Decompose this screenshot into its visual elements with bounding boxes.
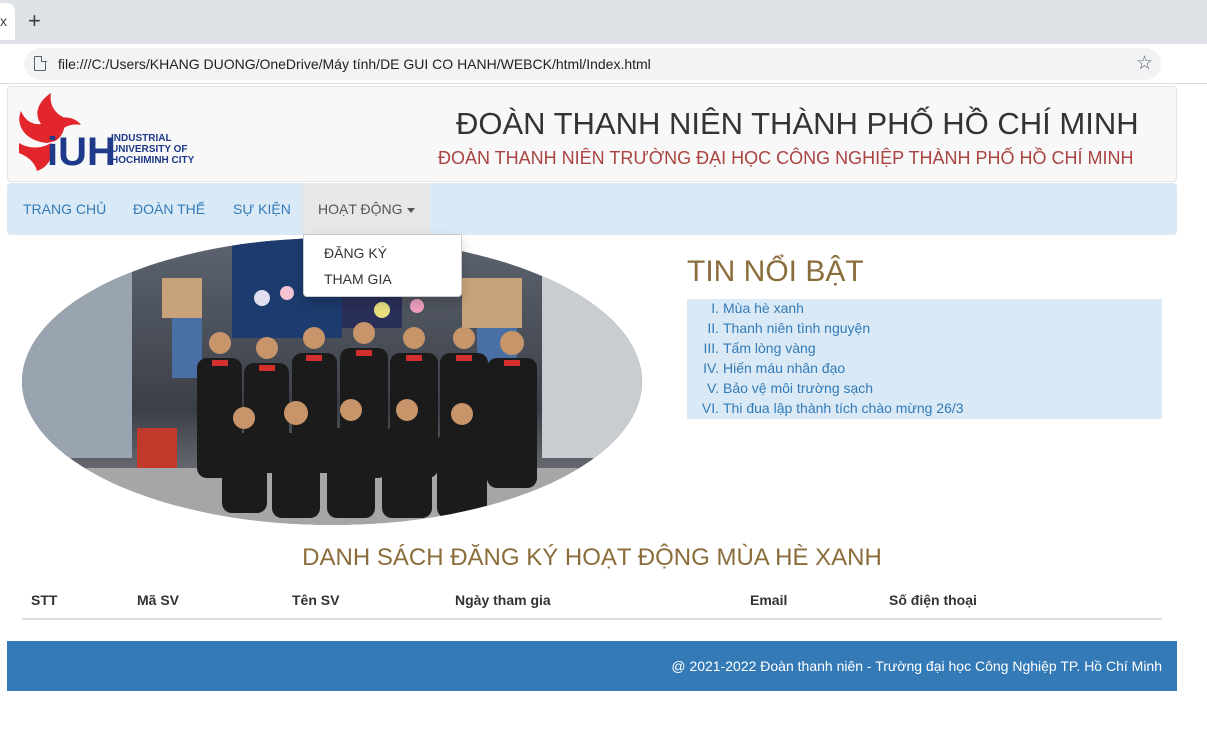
dropdown-item-tham-gia[interactable]: THAM GIA xyxy=(324,271,392,287)
news-item-number: III. xyxy=(703,340,719,356)
column-header-ma-sv: Mã SV xyxy=(137,592,180,608)
news-item[interactable]: IV. Hiến máu nhân đạo xyxy=(687,360,845,380)
news-item-link[interactable]: Hiến máu nhân đạo xyxy=(723,360,845,376)
news-item-number: V. xyxy=(707,380,719,396)
site-header: iUH INDUSTRIAL UNIVERSITY OF HOCHIMINH C… xyxy=(7,86,1177,182)
tab-close-icon[interactable]: x xyxy=(0,13,7,29)
site-footer: @ 2021-2022 Đoàn thanh niên - Trường đại… xyxy=(7,641,1177,691)
logo-letters: iUH xyxy=(47,130,116,174)
main-navbar: TRANG CHỦ ĐOÀN THỂ SỰ KIỆN HOẠT ĐỘNG xyxy=(7,183,1177,235)
nav-su-kien[interactable]: SỰ KIỆN xyxy=(233,183,291,235)
news-item-link[interactable]: Tấm lòng vàng xyxy=(723,340,816,356)
nav-hoat-dong-label: HOẠT ĐỘNG xyxy=(318,201,403,217)
hoat-dong-dropdown: ĐĂNG KÝ THAM GIA xyxy=(303,234,462,297)
page-subtitle: ĐOÀN THANH NIÊN TRƯỜNG ĐẠI HỌC CÔNG NGHI… xyxy=(438,148,1134,168)
news-item[interactable]: III. Tấm lòng vàng xyxy=(687,340,816,360)
news-item-number: I. xyxy=(711,300,719,316)
address-bar[interactable]: file:///C:/Users/KHANG DUONG/OneDrive/Má… xyxy=(24,48,1161,80)
news-item-link[interactable]: Thi đua lập thành tích chào mừng 26/3 xyxy=(723,400,964,416)
iuh-logo[interactable]: iUH INDUSTRIAL UNIVERSITY OF HOCHIMINH C… xyxy=(11,91,211,177)
registration-list-title: DANH SÁCH ĐĂNG KÝ HOẠT ĐỘNG MÙA HÈ XANH xyxy=(302,544,882,571)
news-item[interactable]: I. Mùa hè xanh xyxy=(687,300,804,320)
browser-tab-bar: x + xyxy=(0,0,1207,44)
logo-line3: HOCHIMINH CITY xyxy=(111,155,195,166)
news-item-link[interactable]: Thanh niên tình nguyện xyxy=(723,320,870,336)
news-item[interactable]: II. Thanh niên tình nguyện xyxy=(687,320,870,340)
news-item-number: IV. xyxy=(703,360,719,376)
page-icon xyxy=(34,55,47,71)
caret-down-icon xyxy=(406,207,415,213)
news-item-number: II. xyxy=(707,320,719,336)
dropdown-item-dang-ky[interactable]: ĐĂNG KÝ xyxy=(324,245,387,261)
news-item-link[interactable]: Bảo vệ môi trường sạch xyxy=(723,380,873,396)
news-heading: TIN NỔI BẬT xyxy=(687,255,864,288)
bookmark-star-icon[interactable]: ☆ xyxy=(1136,52,1153,75)
browser-toolbar: file:///C:/Users/KHANG DUONG/OneDrive/Má… xyxy=(0,44,1207,84)
column-header-ngay-tham-gia: Ngày tham gia xyxy=(455,592,551,608)
column-header-stt: STT xyxy=(31,592,58,608)
url-text[interactable]: file:///C:/Users/KHANG DUONG/OneDrive/Má… xyxy=(58,56,651,72)
news-item[interactable]: V. Bảo vệ môi trường sạch xyxy=(687,380,873,400)
news-list: I. Mùa hè xanh II. Thanh niên tình nguyện … xyxy=(687,299,1162,419)
news-item-number: VI. xyxy=(701,400,719,416)
column-header-email: Email xyxy=(750,592,788,608)
nav-trang-chu[interactable]: TRANG CHỦ xyxy=(23,183,106,235)
table-header-divider xyxy=(22,618,1162,620)
logo-line2: UNIVERSITY OF xyxy=(111,144,188,155)
page-title: ĐOÀN THANH NIÊN THÀNH PHỐ HỒ CHÍ MINH xyxy=(456,106,1139,141)
column-header-ten-sv: Tên SV xyxy=(292,592,340,608)
column-header-so-dien-thoai: Số điện thoại xyxy=(889,592,977,608)
news-item[interactable]: VI. Thi đua lập thành tích chào mừng 26/3 xyxy=(687,400,964,420)
nav-hoat-dong[interactable]: HOẠT ĐỘNG xyxy=(303,183,430,235)
logo-line1: INDUSTRIAL xyxy=(111,133,172,144)
browser-tab[interactable]: x xyxy=(0,3,15,40)
footer-copyright: @ 2021-2022 Đoàn thanh niên - Trường đại… xyxy=(671,658,1162,674)
nav-doan-the[interactable]: ĐOÀN THỂ xyxy=(133,183,205,235)
new-tab-icon[interactable]: + xyxy=(28,9,41,33)
news-item-link[interactable]: Mùa hè xanh xyxy=(723,300,804,316)
